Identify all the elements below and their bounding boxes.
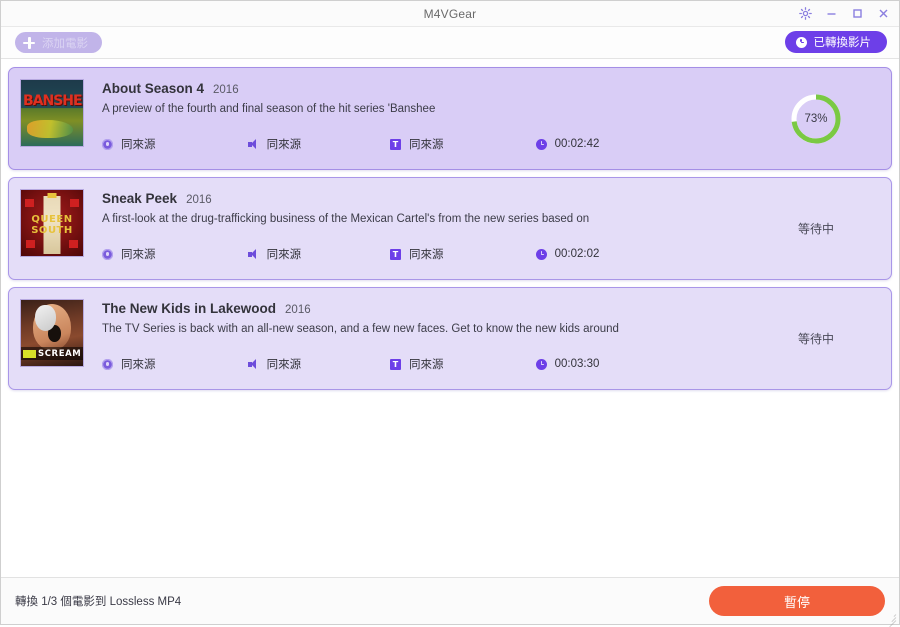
movie-duration-value: 00:02:02 [554,248,600,260]
subtitle-track-selector[interactable]: T 同來源 [390,136,536,152]
clock-icon [535,248,547,260]
footer-status-bar: 轉換 1/3 個電影到 Lossless MP4 暫停 [1,577,899,627]
gear-icon[interactable] [798,6,813,21]
audio-track-selector[interactable]: 同來源 [247,136,390,152]
conversion-status-text: 轉換 1/3 個電影到 Lossless MP4 [15,596,182,608]
movie-year: 2016 [285,304,311,316]
video-icon [102,358,113,370]
resize-grip[interactable] [887,612,897,627]
movie-card[interactable]: About Season 4 2016 A preview of the fou… [8,67,892,170]
audio-track-selector[interactable]: 同來源 [247,356,390,372]
maximize-icon[interactable] [850,6,865,21]
movie-year: 2016 [213,84,239,96]
plus-icon [23,36,35,49]
movie-duration: 00:02:42 [535,138,642,150]
pause-button[interactable]: 暫停 [709,586,885,616]
audio-track-value: 同來源 [266,249,302,261]
movie-meta-row: 同來源 同來源 T 同來源 00:02:42 [102,136,642,152]
add-movie-label: 添加電影 [42,37,88,50]
status-badge: 等待中 [797,332,834,346]
status-badge: 等待中 [797,222,834,236]
converted-videos-button[interactable]: 已轉換影片 [784,31,887,53]
clock-icon [795,36,807,48]
movie-meta-row: 同來源 同來源 T 同來源 00:03:30 [102,356,642,372]
clock-icon [535,138,547,150]
video-track-selector[interactable]: 同來源 [102,356,248,372]
subtitle-track-value: 同來源 [409,139,444,151]
poster-text: QUEEN SOUTH [31,214,73,236]
movie-duration: 00:03:30 [535,358,642,370]
audio-icon [247,139,259,150]
video-icon [102,248,113,260]
movie-title: The New Kids in Lakewood [102,301,277,316]
converted-videos-label: 已轉換影片 [813,37,872,49]
close-icon[interactable] [876,6,891,21]
video-track-selector[interactable]: 同來源 [102,136,248,152]
video-track-selector[interactable]: 同來源 [102,246,248,262]
subtitle-track-value: 同來源 [409,249,444,261]
window-controls [798,1,891,26]
movie-poster: QUEEN SOUTH [20,189,84,257]
subtitle-icon: T [390,358,401,370]
video-track-value: 同來源 [121,139,156,151]
movie-status: 73% [751,68,881,169]
movie-title: Sneak Peek [102,191,178,206]
audio-icon [247,249,259,260]
movie-card[interactable]: SCREAM The New Kids in Lakewood 2016 The… [8,287,892,390]
add-movie-button[interactable]: 添加電影 [15,32,102,53]
audio-track-value: 同來源 [266,139,302,151]
movie-status: 等待中 [751,178,881,279]
movie-year: 2016 [186,194,212,206]
minimize-icon[interactable] [824,6,839,21]
video-icon [102,138,113,150]
subtitle-track-selector[interactable]: T 同來源 [390,356,536,372]
movie-status: 等待中 [751,288,881,389]
audio-track-value: 同來源 [266,359,302,371]
video-track-value: 同來源 [121,359,156,371]
movie-poster: SCREAM [20,299,84,367]
movie-poster [20,79,84,147]
mtv-logo-icon [23,349,36,358]
movie-title: About Season 4 [102,81,205,96]
poster-text: SCREAM [38,348,82,359]
subtitle-icon: T [390,138,401,150]
subtitle-track-selector[interactable]: T 同來源 [390,246,536,262]
movie-duration-value: 00:03:30 [554,358,600,370]
movie-meta-row: 同來源 同來源 T 同來源 00:02:02 [102,246,642,262]
pause-button-label: 暫停 [783,594,810,610]
clock-icon [535,358,547,370]
movie-duration: 00:02:02 [535,248,642,260]
progress-ring: 73% [789,92,843,146]
app-window: M4VGear 添加電影 已轉換影片 BANSHEE About Season … [0,0,900,627]
subtitle-icon: T [390,248,401,260]
movie-duration-value: 00:02:42 [554,138,600,150]
audio-icon [247,359,259,370]
movie-card[interactable]: QUEEN SOUTH Sneak Peek 2016 A first-look … [8,177,892,280]
audio-track-selector[interactable]: 同來源 [247,246,390,262]
title-bar: M4VGear [1,1,899,27]
app-title: M4VGear [423,6,477,21]
subtitle-track-value: 同來源 [409,359,444,371]
progress-label: 73% [804,112,828,125]
video-track-value: 同來源 [121,249,156,261]
toolbar: 添加電影 已轉換影片 [1,27,899,59]
movie-list: About Season 4 2016 A preview of the fou… [1,59,899,577]
